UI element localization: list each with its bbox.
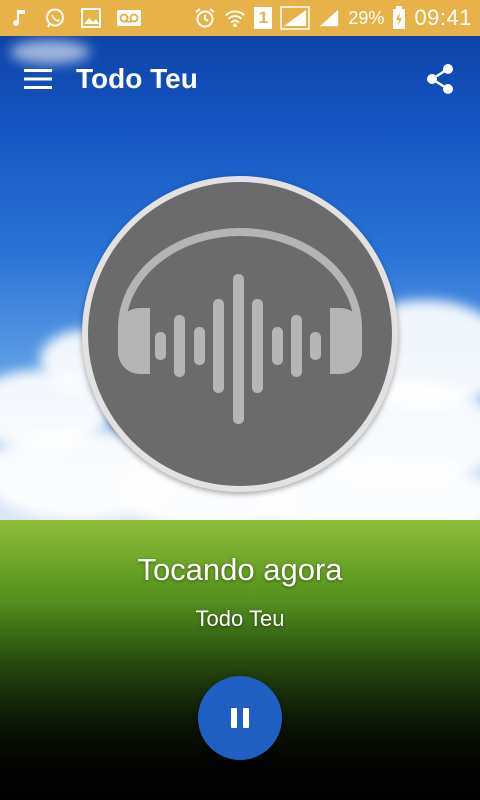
voicemail-icon	[116, 7, 142, 29]
battery-percent: 29%	[348, 7, 385, 28]
headphones-soundwave-icon	[118, 228, 362, 424]
status-bar: 1 29% 09:41	[0, 0, 480, 36]
station-artwork	[82, 176, 398, 492]
station-name: Todo Teu	[195, 606, 285, 631]
clock-time: 09:41	[414, 5, 472, 30]
app-bar: Todo Teu	[0, 36, 480, 122]
signal-icon	[280, 6, 311, 30]
pause-icon	[231, 708, 249, 728]
hamburger-menu-icon	[24, 69, 52, 89]
alarm-icon	[194, 7, 216, 29]
share-button[interactable]	[420, 59, 460, 99]
music-note-icon	[8, 7, 30, 29]
menu-button[interactable]	[18, 59, 58, 99]
artwork-disc	[88, 182, 392, 486]
wifi-icon	[224, 7, 246, 29]
image-icon	[80, 7, 102, 29]
app-title: Todo Teu	[76, 63, 198, 94]
pause-button[interactable]	[198, 676, 282, 760]
sim-1-icon: 1	[254, 7, 273, 29]
whatsapp-icon	[44, 7, 66, 29]
share-icon	[427, 64, 453, 94]
battery-charging-icon	[392, 6, 406, 29]
now-playing-label: Tocando agora	[137, 552, 343, 587]
signal-icon	[318, 7, 340, 29]
